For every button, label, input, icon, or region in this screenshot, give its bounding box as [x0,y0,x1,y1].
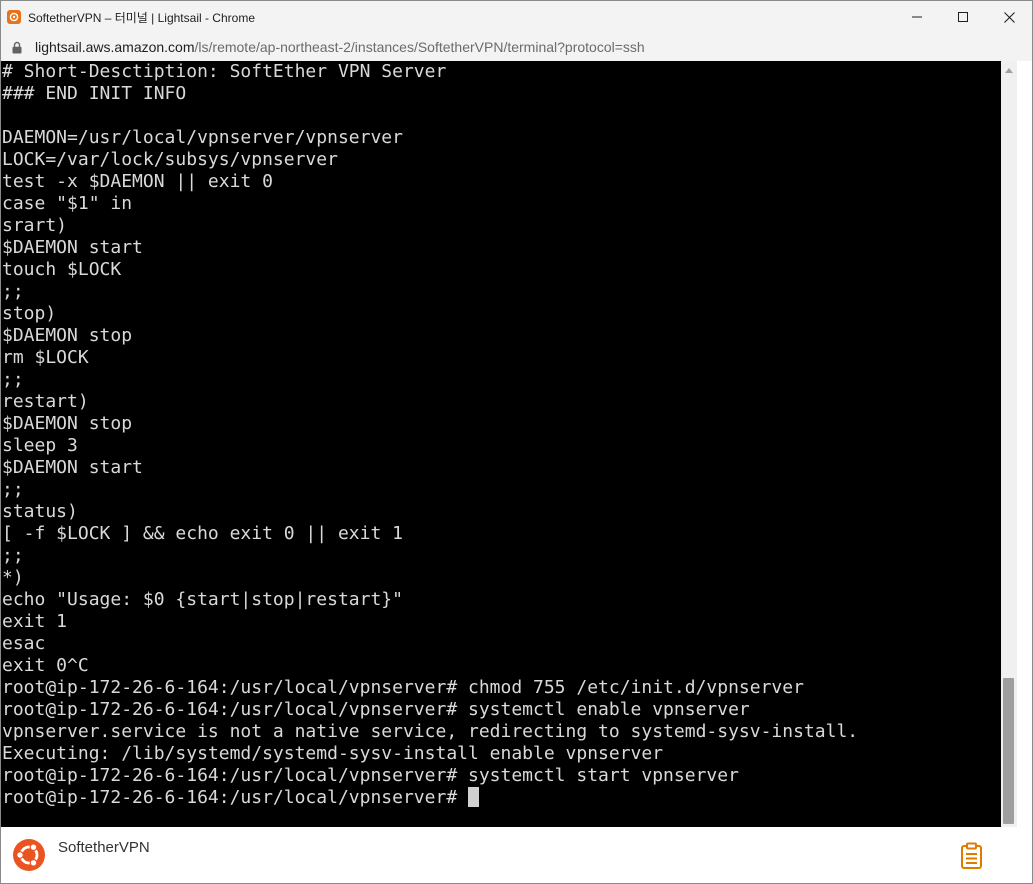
terminal-line: ;; [2,281,24,302]
instance-name: SoftetherVPN [58,839,150,856]
terminal-line: *) [2,567,24,588]
terminal-line: ;; [2,369,24,390]
softether-app-icon [7,10,21,24]
terminal-line: $DAEMON stop [2,325,133,346]
url-text[interactable]: lightsail.aws.amazon.com/ls/remote/ap-no… [35,39,645,55]
close-button[interactable] [986,1,1032,33]
terminal-line: ;; [2,479,24,500]
terminal-line: restart) [2,391,89,412]
terminal-line: echo "Usage: $0 {start|stop|restart}" [2,589,403,610]
minimize-button[interactable] [894,1,940,33]
terminal-line: esac [2,633,46,654]
terminal-line: ;; [2,545,24,566]
terminal-line: root@ip-172-26-6-164:/usr/local/vpnserve… [2,765,739,786]
maximize-icon [958,12,968,22]
terminal-output: # Short-Desctiption: SoftEther VPN Serve… [2,61,858,809]
terminal-screen[interactable]: # Short-Desctiption: SoftEther VPN Serve… [1,61,1001,827]
terminal-line: $DAEMON start [2,237,143,258]
window-controls [894,1,1032,33]
url-path: /ls/remote/ap-northeast-2/instances/Soft… [194,39,645,55]
terminal-line: $DAEMON start [2,457,143,478]
terminal-line: status) [2,501,78,522]
terminal-line: $DAEMON stop [2,413,133,434]
terminal-line: Executing: /lib/systemd/systemd-sysv-ins… [2,743,664,764]
lock-icon[interactable] [12,40,24,54]
terminal-line: exit 0^C [2,655,89,676]
terminal-line: stop) [2,303,57,324]
maximize-button[interactable] [940,1,986,33]
browser-window: SoftetherVPN – 터미널 | Lightsail - Chrome [0,0,1033,884]
close-icon [1003,11,1015,23]
terminal-cursor [468,787,479,807]
window-title: SoftetherVPN – 터미널 | Lightsail - Chrome [28,10,255,25]
terminal-line: sleep 3 [2,435,78,456]
clipboard-icon[interactable] [960,842,984,870]
terminal-scrollbar[interactable] [1001,61,1017,827]
url-host: lightsail.aws.amazon.com [35,39,195,55]
terminal-line: ### END INIT INFO [2,83,187,104]
terminal-line: srart) [2,215,68,236]
terminal-prompt-line[interactable]: root@ip-172-26-6-164:/usr/local/vpnserve… [2,787,858,809]
terminal-line: DAEMON=/usr/local/vpnserver/vpnserver [2,127,403,148]
terminal-line: vpnserver.service is not a native servic… [2,721,859,742]
terminal-line: [ -f $LOCK ] && echo exit 0 || exit 1 [2,523,403,544]
scrollbar-thumb[interactable] [1003,678,1014,824]
terminal-line: touch $LOCK [2,259,122,280]
terminal-line: root@ip-172-26-6-164:/usr/local/vpnserve… [2,677,804,698]
terminal-line: # Short-Desctiption: SoftEther VPN Serve… [2,61,447,82]
terminal-line: root@ip-172-26-6-164:/usr/local/vpnserve… [2,699,750,720]
instance-footer: SoftetherVPN [1,827,1032,883]
scroll-up-arrow-icon[interactable] [1001,63,1017,77]
minimize-icon [912,16,922,18]
title-bar[interactable]: SoftetherVPN – 터미널 | Lightsail - Chrome [1,1,1032,33]
terminal-line: case "$1" in [2,193,133,214]
terminal-prompt: root@ip-172-26-6-164:/usr/local/vpnserve… [2,787,468,808]
ubuntu-icon [13,839,45,871]
terminal-line: exit 1 [2,611,68,632]
terminal-line: rm $LOCK [2,347,89,368]
terminal-line: LOCK=/var/lock/subsys/vpnserver [2,149,338,170]
terminal-line: test -x $DAEMON || exit 0 [2,171,273,192]
address-bar[interactable]: lightsail.aws.amazon.com/ls/remote/ap-no… [1,33,1032,61]
